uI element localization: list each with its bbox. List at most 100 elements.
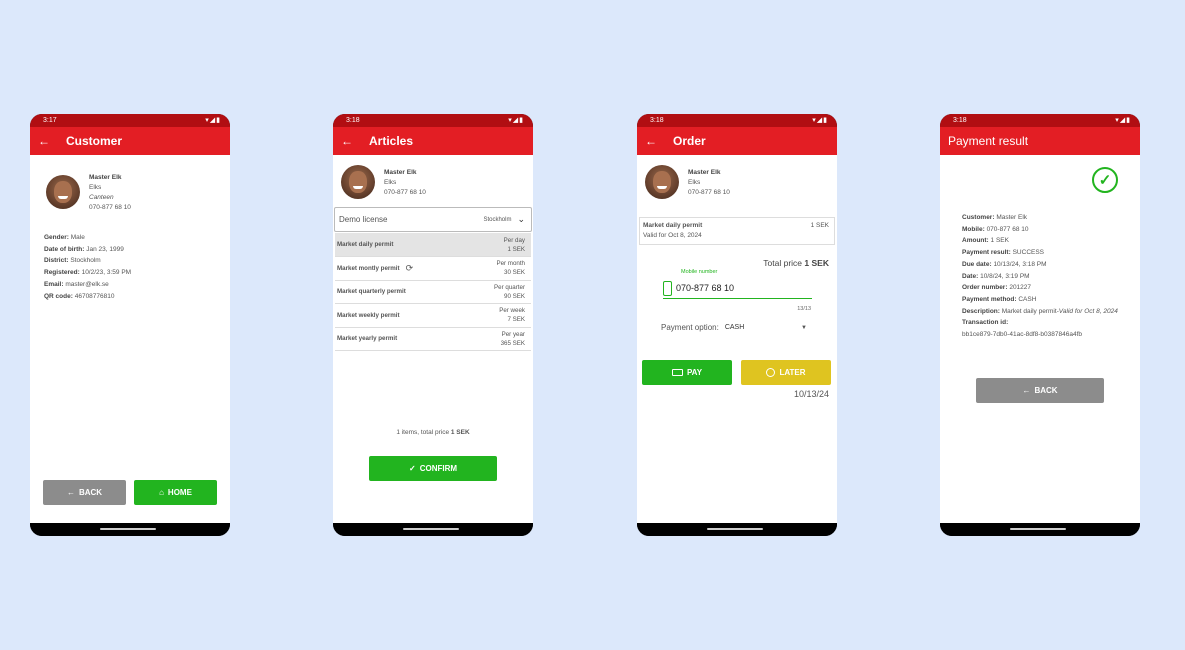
license-name: Demo license — [339, 215, 388, 224]
confirm-button-label: CONFIRM — [419, 464, 458, 473]
article-name: Market yearly permit — [337, 335, 398, 342]
status-icons: ▾◢▮ — [1115, 117, 1131, 124]
result-row: Payment method: CASH — [962, 294, 1134, 306]
avatar — [341, 165, 375, 199]
result-label: Mobile: — [962, 225, 985, 233]
result-label: Date: — [962, 272, 979, 280]
back-button-label: BACK — [78, 488, 103, 497]
confirm-button[interactable]: ✓ CONFIRM — [369, 456, 497, 481]
article-period: Per month — [496, 260, 525, 267]
mobile-input[interactable]: 070-877 68 10 — [676, 283, 734, 293]
home-indicator[interactable] — [1010, 528, 1066, 530]
customer-org: Elks — [384, 179, 397, 186]
article-price: Per month 30 SEK — [496, 259, 525, 277]
page-title: Order — [673, 134, 706, 148]
total-price-label: Total price — [763, 258, 803, 268]
detail-value: Male — [70, 234, 85, 241]
back-button[interactable]: ← BACK — [976, 378, 1104, 403]
payment-result-screen: ✓ Customer: Master Elk Mobile: 070-877 68… — [940, 155, 1140, 523]
total-price-value: 1 SEK — [804, 258, 829, 268]
customer-org: Elks — [688, 179, 701, 186]
status-time: 3:18 — [650, 117, 664, 124]
result-value: 1 SEK — [990, 237, 1009, 245]
customer-org: Elks — [89, 184, 102, 191]
avatar — [645, 165, 679, 199]
status-bar: 3:17 ▾◢▮ — [30, 114, 230, 127]
home-button[interactable]: ⌂ HOME — [134, 480, 217, 505]
phone-payment-result: 3:18 ▾◢▮ Payment result ✓ Customer: Mast… — [940, 114, 1140, 536]
result-label: Payment method: — [962, 295, 1017, 303]
result-value: Market daily permit — [1001, 307, 1057, 315]
result-label: Payment result: — [962, 249, 1011, 257]
status-icons: ▾◢▮ — [508, 117, 524, 124]
home-button-label: HOME — [167, 488, 192, 497]
customer-card: Master Elk Elks 070-877 68 10 — [384, 168, 426, 198]
detail-row: Date of birth: Jan 23, 1999 — [44, 244, 131, 256]
result-row: Order number: 201227 — [962, 282, 1134, 294]
back-arrow-icon[interactable]: ← — [30, 134, 58, 148]
home-indicator[interactable] — [100, 528, 156, 530]
nav-bar — [940, 523, 1140, 536]
detail-row: Registered: 10/2/23, 3:59 PM — [44, 267, 131, 279]
detail-row: District: Stockholm — [44, 255, 131, 267]
articles-screen: Master Elk Elks 070-877 68 10 Demo licen… — [333, 155, 533, 523]
payment-option-label: Payment option: — [661, 323, 719, 332]
order-item-validity: Valid for Oct 8, 2024 — [643, 232, 702, 239]
article-row[interactable]: Market yearly permit Per year 365 SEK — [335, 327, 531, 351]
customer-card: Master Elk Elks 070-877 68 10 — [688, 168, 730, 198]
article-period: Per year — [501, 330, 525, 338]
clock-icon — [766, 368, 776, 377]
later-button-label: LATER — [779, 368, 806, 377]
mobile-counter: 13/13 — [797, 306, 811, 312]
result-value: SUCCESS — [1012, 249, 1045, 257]
mobile-field-label: Mobile number — [681, 269, 718, 275]
article-row[interactable]: Market montly permit ⟳ Per month 30 SEK — [335, 257, 531, 281]
customer-details: Gender: Male Date of birth: Jan 23, 1999 D… — [44, 232, 131, 302]
app-bar: Payment result — [940, 127, 1140, 155]
back-arrow-icon[interactable]: ← — [637, 134, 665, 148]
total-price: Total price 1 SEK — [763, 258, 829, 268]
home-icon: ⌂ — [159, 488, 164, 497]
pay-button[interactable]: PAY — [642, 360, 732, 385]
status-time: 3:18 — [346, 117, 360, 124]
article-row[interactable]: Market daily permit Per day 1 SEK — [335, 233, 531, 257]
customer-phone: 070-877 68 10 — [89, 204, 131, 211]
order-item-name: Market daily permit — [643, 222, 703, 229]
status-bar: 3:18 ▾◢▮ — [940, 114, 1140, 127]
pay-button-label: PAY — [686, 368, 703, 377]
later-button[interactable]: LATER — [741, 360, 831, 385]
article-amount: 1 SEK — [507, 245, 525, 253]
article-name: Market montly permit — [337, 264, 400, 272]
mobile-field[interactable]: 070-877 68 10 — [663, 278, 812, 299]
article-price: Per year 365 SEK — [501, 330, 525, 348]
detail-label: Gender: — [44, 234, 69, 241]
detail-label: District: — [44, 257, 69, 265]
result-row: Payment result: SUCCESS — [962, 247, 1134, 259]
customer-card: Master Elk Elks Canteen 070-877 68 10 — [89, 173, 131, 213]
detail-row: QR code: 46708776810 — [44, 291, 131, 303]
customer-phone: 070-877 68 10 — [384, 189, 426, 196]
status-icons: ▾◢▮ — [812, 117, 828, 124]
article-row[interactable]: Market quarterly permit Per quarter 90 SEK — [335, 280, 531, 304]
page-title: Articles — [369, 134, 414, 148]
home-indicator[interactable] — [707, 528, 763, 530]
customer-unit: Canteen — [89, 194, 114, 201]
detail-row: Gender: Male — [44, 232, 131, 244]
result-label: Due date: — [962, 260, 992, 268]
article-row[interactable]: Market weekly permit Per week 7 SEK — [335, 304, 531, 328]
home-indicator[interactable] — [403, 528, 459, 530]
status-time: 3:18 — [953, 117, 967, 124]
payment-option-select[interactable]: Payment option: CASH ▼ — [661, 323, 807, 332]
phone-customer: 3:17 ▾◢▮ ← Customer Master Elk Elks Cant… — [30, 114, 230, 536]
article-period: Per quarter — [494, 283, 525, 291]
result-label: Transaction id: — [962, 319, 1009, 327]
back-arrow-icon[interactable]: ← — [333, 134, 361, 148]
phone-icon — [663, 280, 672, 296]
license-select[interactable]: Demo license Stockholm ⌄ — [334, 207, 532, 232]
order-date: 10/13/24 — [793, 389, 829, 399]
order-item: Market daily permit 1 SEK Valid for Oct … — [639, 217, 835, 245]
detail-value: 46708776810 — [74, 292, 115, 300]
customer-phone: 070-877 68 10 — [688, 189, 730, 196]
back-button[interactable]: ← BACK — [43, 480, 126, 505]
arrow-left-icon: ← — [1022, 386, 1031, 395]
